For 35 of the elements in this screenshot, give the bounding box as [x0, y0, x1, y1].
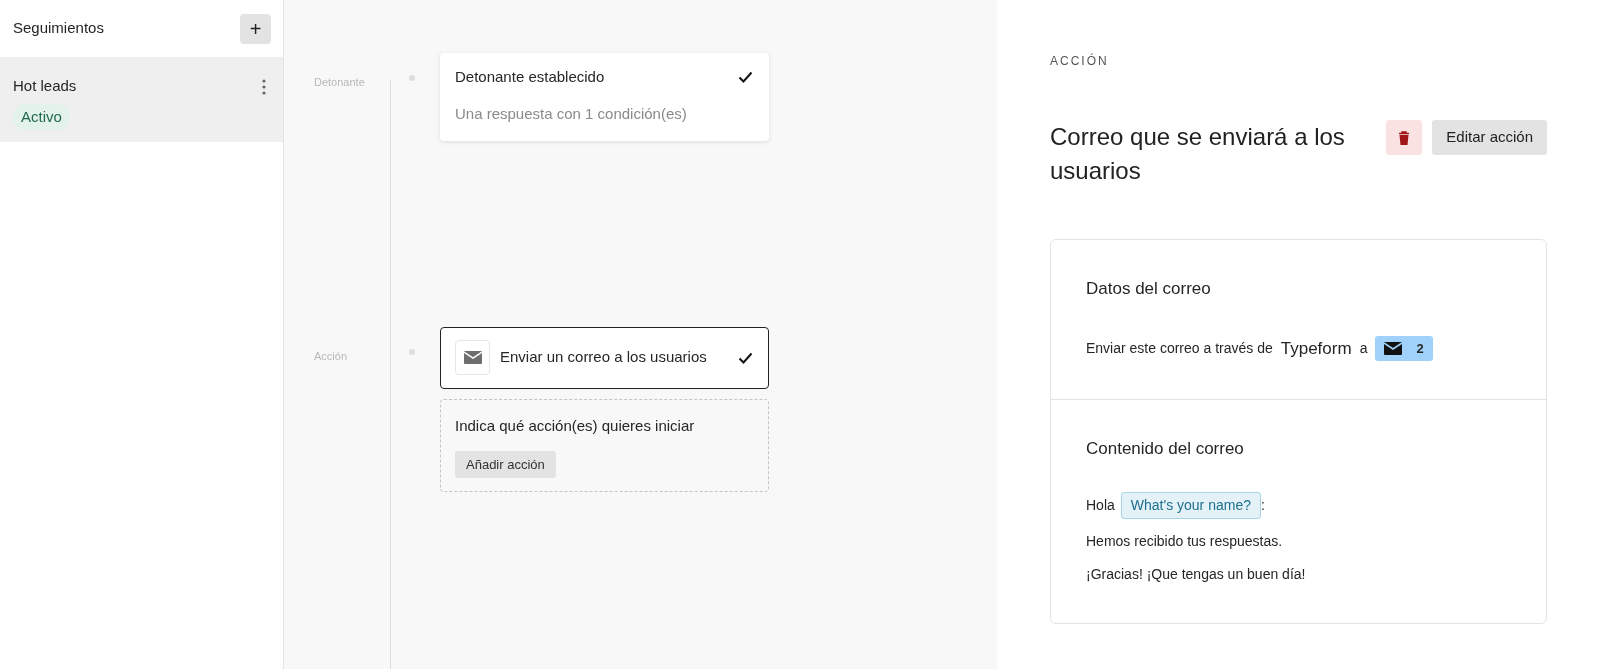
add-action-prompt: Indica qué acción(es) quieres iniciar — [455, 416, 696, 436]
section-label: ACCIÓN — [1050, 52, 1110, 70]
card-title: Detonante establecido — [455, 67, 606, 87]
section-heading: Datos del correo — [1086, 278, 1212, 301]
envelope-icon — [1384, 341, 1403, 355]
recipients-chip[interactable]: 2 — [1375, 335, 1433, 362]
trigger-card[interactable]: Detonante establecido Una respuesta con 1 condición(es) — [440, 53, 769, 141]
card-title: Enviar un correo a los usuarios — [500, 347, 708, 368]
action-card[interactable]: Enviar un correo a los usuarios — [440, 327, 769, 389]
envelope-icon — [463, 351, 482, 364]
more-icon — [262, 79, 266, 96]
item-name: Hot leads — [13, 76, 77, 96]
sidebar-item[interactable]: Hot leads Activo — [0, 57, 283, 142]
card-subtitle: Una respuesta con 1 condición(es) — [455, 103, 688, 124]
edit-button[interactable]: Editar acción — [1432, 120, 1547, 155]
sidebar-title: Seguimientos — [13, 18, 104, 39]
delete-button[interactable] — [1386, 120, 1423, 155]
sender-name: Typeform — [1280, 337, 1352, 360]
step-label: Detonante — [314, 76, 365, 88]
details-text: Enviar este correo a través de — [1086, 338, 1273, 358]
timeline-dot — [409, 75, 415, 81]
add-button[interactable]: + — [240, 13, 271, 44]
body-text: Hemos recibido tus respuestas. — [1086, 531, 1283, 551]
status-badge: Activo — [13, 103, 70, 130]
field-token: What's your name? — [1120, 491, 1261, 519]
step-label: Acción — [314, 350, 348, 362]
add-action-button[interactable]: Añadir acción — [455, 450, 556, 478]
panel-title: Correo que se enviará a los usuarios — [1050, 122, 1346, 186]
greeting-text: Hola — [1086, 495, 1115, 515]
suffix-text: : — [1260, 495, 1265, 515]
trash-icon — [1398, 130, 1411, 145]
timeline-dot — [409, 349, 415, 355]
section-heading: Contenido del correo — [1086, 438, 1245, 461]
connector-text: a — [1359, 338, 1368, 358]
body-text: ¡Gracias! ¡Que tengas un buen día! — [1086, 564, 1306, 584]
